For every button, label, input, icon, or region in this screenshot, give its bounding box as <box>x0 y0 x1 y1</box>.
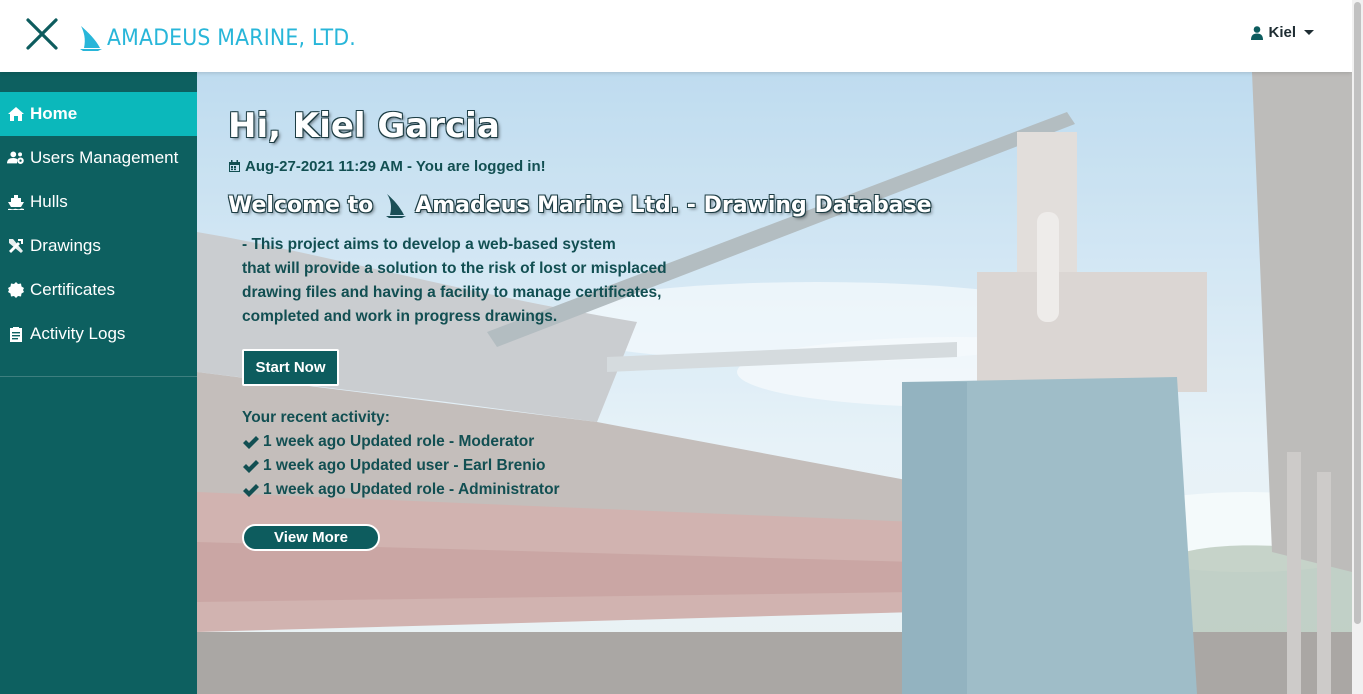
user-menu-dropdown[interactable]: Kiel <box>1251 24 1314 41</box>
top-navbar: AMADEUS MARINE, LTD. Kiel <box>0 0 1352 72</box>
sidebar-item-drawings[interactable]: Drawings <box>0 224 197 268</box>
ship-icon <box>8 195 24 210</box>
welcome-heading: Welcome to Amadeus Marine Ltd. - Drawing… <box>228 192 932 218</box>
sidebar-item-label: Certificates <box>30 280 116 299</box>
calendar-icon <box>229 160 240 172</box>
description-line: drawing files and having a facility to m… <box>242 284 662 301</box>
sidebar-divider <box>0 376 197 377</box>
sidebar-item-label: Activity Logs <box>30 324 126 343</box>
sidebar-item-label: Home <box>30 104 78 123</box>
description-line: completed and work in progress drawings. <box>242 308 558 325</box>
sidebar-toggle-close-icon[interactable] <box>24 16 60 52</box>
sidebar-item-certificates[interactable]: Certificates <box>0 268 197 312</box>
project-description: - This project aims to develop a web-bas… <box>242 233 712 329</box>
user-name: Kiel <box>1268 24 1296 41</box>
sidebar-item-label: Users Management <box>30 148 179 167</box>
sidebar-item-home[interactable]: Home <box>0 92 197 136</box>
list-item: 1 week ago Updated role - Administrator <box>242 478 560 502</box>
check-icon <box>243 483 259 497</box>
sidebar-item-label: Hulls <box>30 192 68 211</box>
brand-name: AMADEUS MARINE, LTD. <box>107 25 356 51</box>
sidebar-menu: Home Users Management Hulls Drawings Cer… <box>0 92 197 356</box>
activity-text: 1 week ago Updated user - Earl Brenio <box>263 457 546 474</box>
scrollbar-thumb[interactable] <box>1354 2 1361 624</box>
welcome-title: Amadeus Marine Ltd. - Drawing Database <box>415 192 932 218</box>
hero-section: Hi, Kiel Garcia Aug-27-2021 11:29 AM - Y… <box>197 72 1352 694</box>
activity-text: 1 week ago Updated role - Administrator <box>263 481 560 498</box>
sail-logo-icon <box>80 26 102 51</box>
recent-activity-list: 1 week ago Updated role - Moderator 1 we… <box>242 430 560 502</box>
greeting-heading: Hi, Kiel Garcia <box>228 106 500 146</box>
sidebar-item-hulls[interactable]: Hulls <box>0 180 197 224</box>
sidebar: Home Users Management Hulls Drawings Cer… <box>0 72 197 694</box>
recent-activity-title: Your recent activity: <box>242 409 390 426</box>
start-now-button[interactable]: Start Now <box>242 349 339 386</box>
users-cog-icon <box>7 151 24 164</box>
tools-icon <box>9 239 23 253</box>
list-item: 1 week ago Updated user - Earl Brenio <box>242 454 560 478</box>
login-status: Aug-27-2021 11:29 AM - You are logged in… <box>228 158 546 175</box>
view-more-button[interactable]: View More <box>242 524 380 551</box>
brand-logo[interactable]: AMADEUS MARINE, LTD. <box>78 22 375 54</box>
description-line: that will provide a solution to the risk… <box>242 260 667 277</box>
sidebar-item-users-management[interactable]: Users Management <box>0 136 197 180</box>
sidebar-item-label: Drawings <box>30 236 101 255</box>
list-item: 1 week ago Updated role - Moderator <box>242 430 560 454</box>
check-icon <box>243 459 259 473</box>
sail-logo-icon <box>386 194 407 218</box>
description-line: - This project aims to develop a web-bas… <box>242 236 616 253</box>
clipboard-icon <box>10 327 22 342</box>
certificate-icon <box>8 282 24 298</box>
check-icon <box>243 435 259 449</box>
login-status-text: Aug-27-2021 11:29 AM - You are logged in… <box>245 158 546 175</box>
chevron-down-icon <box>1304 30 1314 35</box>
activity-text: 1 week ago Updated role - Moderator <box>263 433 535 450</box>
welcome-prefix: Welcome to <box>228 192 374 218</box>
user-icon <box>1251 25 1264 40</box>
page-scrollbar[interactable] <box>1352 0 1363 694</box>
sidebar-item-activity-logs[interactable]: Activity Logs <box>0 312 197 356</box>
home-icon <box>8 107 24 121</box>
